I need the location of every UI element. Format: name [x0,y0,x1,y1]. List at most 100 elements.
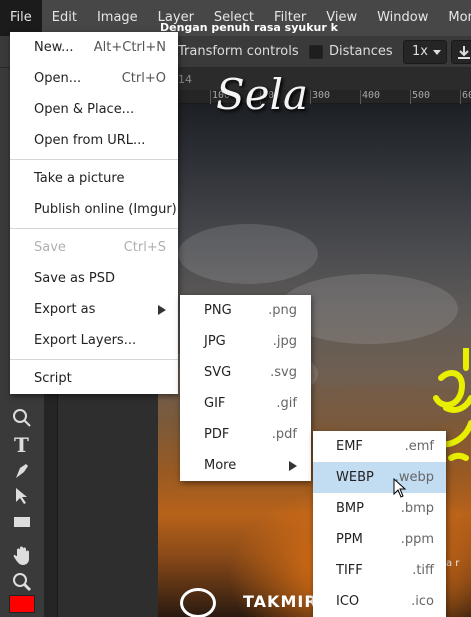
extension-label: .svg [270,365,297,380]
format-label: JPG [204,334,226,349]
foreground-color-swatch[interactable] [9,595,35,613]
menu-item-open-place[interactable]: Open & Place... [34,94,166,125]
submenu-arrow-icon [158,305,166,315]
extension-label: .gif [276,396,297,411]
canvas-footer-text: TAKMIR [243,592,318,611]
menu-item-label: Open... [34,71,82,86]
submenu-arrow-icon [289,461,297,471]
document-tab[interactable]: 14 [178,73,196,87]
extension-label: .png [268,303,297,318]
type-tool-icon[interactable]: T [10,432,34,456]
format-label: WEBP [336,470,374,485]
menu-separator [10,228,178,229]
shortcut-label: Ctrl+S [123,240,166,255]
menu-item-save-psd[interactable]: Save as PSD [34,263,166,294]
distances-label[interactable]: Distances [329,44,393,59]
menu-item-publish-imgur[interactable]: Publish online (Imgur) [34,194,177,225]
menu-item-label: Script [34,371,72,386]
extension-label: .jpg [272,334,297,349]
menu-item-take-picture[interactable]: Take a picture [34,163,166,194]
ruler-label: 300 [312,90,331,101]
export-gif[interactable]: GIF .gif [204,388,297,419]
distances-checkbox[interactable] [309,45,323,59]
zoom-select[interactable]: 1x [403,40,447,64]
zoom-value: 1x [412,44,428,59]
magnifier-tool-icon[interactable] [10,570,34,594]
canvas-caption-text: Dengan penuh rasa syukur k [160,21,338,34]
canvas-side-text: a r [446,558,460,569]
menu-item-label: Save as PSD [34,271,116,286]
download-icon [458,46,470,59]
menu-item-export-as[interactable]: Export as [34,294,166,325]
transform-controls-label[interactable]: Transform controls [178,44,299,59]
export-webp[interactable]: WEBP .webp [313,462,446,493]
export-jpg[interactable]: JPG .jpg [204,326,297,357]
export-ico[interactable]: ICO .ico [313,586,446,617]
canvas-script-text: Sela [216,70,309,119]
export-bmp[interactable]: BMP .bmp [313,493,446,524]
rectangle-tool-icon[interactable] [10,510,34,534]
pen-tool-icon[interactable] [10,458,34,482]
file-menu: New... Alt+Ctrl+N Open... Ctrl+O Open & … [10,32,178,394]
ruler-label: 400 [362,90,381,101]
menu-edit[interactable]: Edit [42,0,87,36]
menu-item-label: Open & Place... [34,102,135,117]
export-submenu: PNG .png JPG .jpg SVG .svg GIF .gif PDF … [180,295,311,481]
menu-item-label: Publish online (Imgur) [34,202,177,217]
download-button[interactable] [451,40,471,64]
export-more[interactable]: More [204,450,297,481]
zoom-tool-icon[interactable] [10,406,34,430]
format-label: PNG [204,303,232,318]
menu-separator [10,159,178,160]
shortcut-label: Ctrl+O [121,71,166,86]
menu-item-export-layers[interactable]: Export Layers... [34,325,166,356]
format-label: BMP [336,501,364,516]
mosque-logo [180,588,216,617]
extension-label: .ico [411,594,434,609]
export-ppm[interactable]: PPM .ppm [313,524,446,555]
extension-label: .tiff [412,563,434,578]
format-label: PPM [336,532,363,547]
menu-item-script[interactable]: Script [34,363,166,394]
more-formats-submenu: EMF .emf WEBP .webp BMP .bmp PPM .ppm TI… [313,431,446,617]
menu-item-label: Take a picture [34,171,125,186]
ruler-label: 600 [462,90,471,101]
menu-separator [10,359,178,360]
chevron-down-icon [433,50,441,55]
mouse-cursor-icon [393,478,407,498]
menu-item-label: Save [34,240,66,255]
horizontal-ruler: 100 200 300 400 500 600 [158,90,471,104]
export-emf[interactable]: EMF .emf [313,431,446,462]
format-label: SVG [204,365,232,380]
menu-item-label: Export as [34,302,96,317]
extension-label: .pdf [271,427,297,442]
format-label: More [204,458,237,473]
export-png[interactable]: PNG .png [204,295,297,326]
format-label: TIFF [336,563,363,578]
extension-label: .emf [404,439,434,454]
export-svg[interactable]: SVG .svg [204,357,297,388]
shortcut-label: Alt+Ctrl+N [93,40,166,55]
menu-item-save: Save Ctrl+S [34,232,166,263]
menu-item-open-url[interactable]: Open from URL... [34,125,166,156]
extension-label: .ppm [400,532,434,547]
menu-item-label: Export Layers... [34,333,137,348]
menu-item-label: New... [34,40,74,55]
menu-image[interactable]: Image [87,0,148,36]
menu-item-label: Open from URL... [34,133,146,148]
export-pdf[interactable]: PDF .pdf [204,419,297,450]
svg-text:T: T [14,433,29,456]
menu-more[interactable]: More [438,0,471,36]
format-label: GIF [204,396,226,411]
menu-item-new[interactable]: New... Alt+Ctrl+N [34,32,166,63]
export-tiff[interactable]: TIFF .tiff [313,555,446,586]
menu-file[interactable]: File [0,0,42,36]
format-label: PDF [204,427,230,442]
menu-item-open[interactable]: Open... Ctrl+O [34,63,166,94]
format-label: ICO [336,594,360,609]
hand-tool-icon[interactable] [10,544,34,568]
path-select-icon[interactable] [10,484,34,508]
menu-window[interactable]: Window [367,0,438,36]
format-label: EMF [336,439,363,454]
ruler-label: 500 [412,90,431,101]
